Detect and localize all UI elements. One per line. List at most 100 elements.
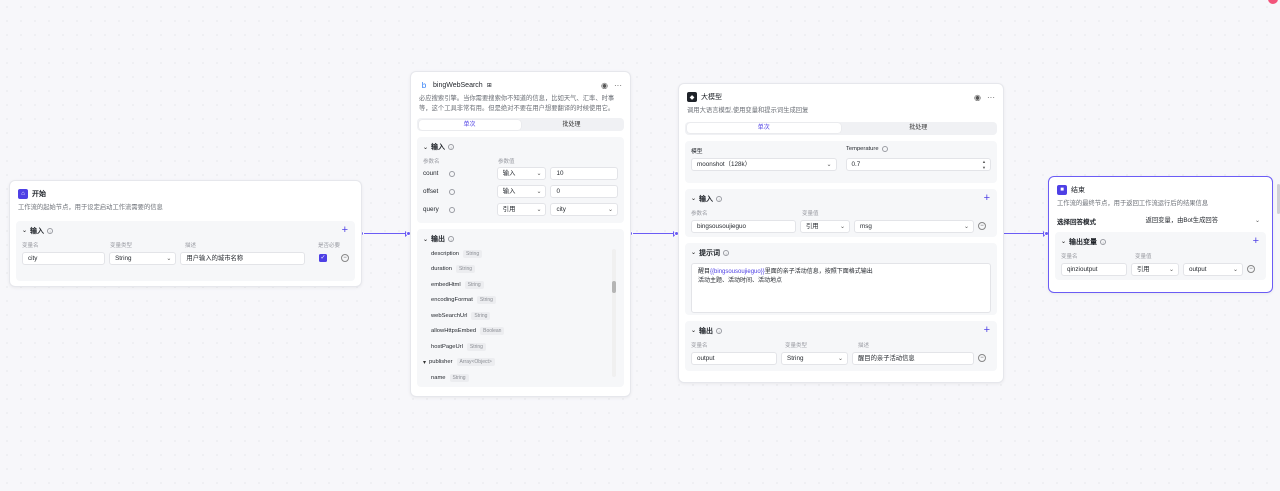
- answer-mode-label: 选择回答模式: [1057, 219, 1096, 226]
- corner-badge[interactable]: [1268, 0, 1278, 4]
- output-var-mode-select[interactable]: 引用 ⌄: [1131, 262, 1179, 276]
- col-header-required: 是否必要: [318, 242, 341, 249]
- col-header-param: 参数名: [691, 210, 708, 217]
- col-header-value: 变量值: [1135, 253, 1152, 260]
- run-icon[interactable]: ◉: [601, 81, 608, 90]
- chevron-down-icon: ⌄: [1232, 266, 1238, 273]
- param-label: offset: [423, 188, 439, 195]
- edge-llm-to-end: [1004, 230, 1047, 238]
- start-node[interactable]: ⌂ 开始 工作流的起始节点，用于设定启动工作流需要的信息 ⌄ 输入 i + 变量…: [9, 180, 362, 287]
- output-scrollbar[interactable]: [612, 249, 616, 377]
- more-icon[interactable]: ···: [987, 93, 995, 102]
- output-var-value-select[interactable]: output ⌄: [1183, 262, 1243, 276]
- remove-variable-button[interactable]: −: [341, 254, 350, 262]
- llm-node[interactable]: ◆ 大模型 ◉ ··· 调用大语言模型,使用变量和提示词生成回复 单次 批处理 …: [678, 83, 1004, 383]
- param-value-input[interactable]: 0: [550, 185, 618, 198]
- stepper-icon[interactable]: ▲ ▼: [982, 159, 986, 170]
- start-node-icon: ⌂: [18, 189, 28, 199]
- chevron-down-icon[interactable]: ⌄: [691, 327, 696, 334]
- llm-node-title: 大模型: [701, 94, 722, 101]
- output-item-type: String: [463, 249, 483, 258]
- caret-down-icon[interactable]: ▾: [423, 359, 426, 366]
- tab-batch[interactable]: 批处理: [521, 120, 623, 130]
- llm-icon: ◆: [687, 92, 697, 102]
- model-section: 模型 Temperature moonshot（128k） ⌄ 0.7 ▲ ▼: [685, 140, 997, 183]
- scrollbar-thumb[interactable]: [612, 281, 616, 293]
- output-item-type: String: [476, 296, 496, 305]
- param-value-select[interactable]: city ⌄: [550, 203, 618, 216]
- chevron-down-icon[interactable]: ⌄: [691, 195, 696, 202]
- end-node[interactable]: ■ 结束 工作流的最终节点，用于返回工作流运行后的结果信息 选择回答模式 返回变…: [1048, 176, 1273, 293]
- output-var-value-text: output: [1189, 265, 1207, 273]
- more-icon[interactable]: ···: [614, 81, 622, 90]
- col-header-type: 变量类型: [785, 342, 808, 349]
- output-item-name: publisher: [429, 359, 453, 366]
- param-mode-value: 引用: [502, 206, 516, 213]
- edge-search-to-llm: [633, 230, 677, 238]
- chevron-down-icon: ⌄: [1254, 217, 1260, 224]
- output-item: webSearchUrl String: [431, 308, 618, 324]
- answer-mode-select[interactable]: 返回变量，由Bot生成回答 ⌄: [1141, 215, 1264, 228]
- plugin-icon: ⊞: [486, 82, 492, 89]
- model-select[interactable]: moonshot（128k） ⌄: [691, 157, 837, 171]
- param-value-select[interactable]: msg ⌄: [854, 219, 974, 233]
- start-input-section: ⌄ 输入 i + 变量名 变量类型 描述 是否必要 city String ⌄ 用…: [16, 220, 355, 281]
- param-mode-select[interactable]: 引用 ⌄: [800, 219, 850, 233]
- add-output-button[interactable]: +: [984, 324, 990, 336]
- output-item: hostPageUrl String: [431, 339, 618, 355]
- search-input-label: 输入: [431, 144, 446, 151]
- info-icon: i: [716, 195, 723, 202]
- start-node-desc: 工作流的起始节点，用于设定启动工作流需要的信息: [18, 204, 163, 211]
- end-output-section: ⌄ 输出变量 i + 变量名 变量值 qinzioutput 引用 ⌄ outpu…: [1055, 231, 1266, 280]
- search-node[interactable]: b bingWebSearch ⊞ ◉ ··· 必应搜索引擎。当你需要搜索你不知…: [410, 71, 631, 397]
- chevron-down-icon[interactable]: ⌄: [423, 144, 428, 151]
- remove-output-button[interactable]: −: [978, 354, 986, 362]
- chevron-down-icon[interactable]: ⌄: [22, 227, 27, 234]
- answer-mode-value: 返回变量，由Bot生成回答: [1145, 216, 1218, 224]
- required-checkbox[interactable]: ✓: [319, 254, 328, 262]
- var-type-select[interactable]: String ⌄: [109, 251, 177, 265]
- param-name-input[interactable]: bingsousoujieguo: [691, 219, 796, 233]
- output-item-name: webSearchUrl: [431, 312, 468, 319]
- add-output-variable-button[interactable]: +: [1253, 235, 1259, 247]
- output-item-type: Array<Object>: [456, 358, 495, 367]
- remove-output-variable-button[interactable]: −: [1247, 265, 1255, 273]
- run-icon[interactable]: ◉: [974, 93, 981, 102]
- tab-single[interactable]: 单次: [686, 123, 841, 133]
- add-variable-button[interactable]: +: [342, 224, 348, 236]
- param-label: count: [423, 170, 439, 177]
- tab-batch[interactable]: 批处理: [841, 123, 996, 133]
- prompt-textarea[interactable]: 醒目{{bingsousoujieguo}}里面的亲子活动信息，按照下面格式输出…: [691, 262, 991, 313]
- chevron-down-icon: ⌄: [166, 255, 172, 262]
- output-desc-input[interactable]: 醒目的亲子活动信息: [852, 351, 974, 365]
- info-icon: i: [448, 144, 455, 150]
- chevron-down-icon: ⌄: [536, 207, 542, 213]
- chevron-down-icon: ⌄: [963, 223, 969, 230]
- add-input-button[interactable]: +: [984, 192, 990, 204]
- output-var-name-input[interactable]: qinzioutput: [1061, 262, 1127, 276]
- param-mode-select[interactable]: 输入 ⌄: [496, 185, 547, 198]
- start-node-title: 开始: [32, 191, 46, 198]
- chevron-down-icon[interactable]: ⌄: [423, 236, 428, 243]
- end-node-desc: 工作流的最终节点，用于返回工作流运行后的结果信息: [1057, 200, 1209, 207]
- info-icon: [448, 188, 455, 195]
- var-desc-input[interactable]: 用户输入的城市名称: [180, 251, 306, 265]
- param-mode-select[interactable]: 输入 ⌄: [496, 167, 547, 180]
- prompt-text: 活动主题、活动时间、活动地点: [698, 277, 783, 284]
- output-item: duration String: [431, 262, 618, 278]
- tab-single[interactable]: 单次: [418, 119, 521, 130]
- remove-input-button[interactable]: −: [978, 222, 986, 230]
- edge-start-to-search: [364, 230, 409, 238]
- var-name-input[interactable]: city: [22, 251, 106, 265]
- search-mode-tabs: 单次 批处理: [417, 118, 624, 131]
- param-mode-select[interactable]: 引用 ⌄: [496, 203, 547, 216]
- param-value-input[interactable]: 10: [550, 167, 618, 180]
- output-item: embedHtml String: [431, 277, 618, 293]
- info-icon: i: [1100, 238, 1107, 245]
- temperature-input[interactable]: 0.7 ▲ ▼: [845, 157, 991, 171]
- chevron-down-icon[interactable]: ⌄: [1061, 238, 1066, 245]
- output-type-select[interactable]: String ⌄: [781, 351, 848, 365]
- output-name-input[interactable]: output: [691, 351, 777, 365]
- output-item: allowHttpsEmbed Boolean: [431, 324, 618, 340]
- chevron-down-icon[interactable]: ⌄: [691, 249, 696, 256]
